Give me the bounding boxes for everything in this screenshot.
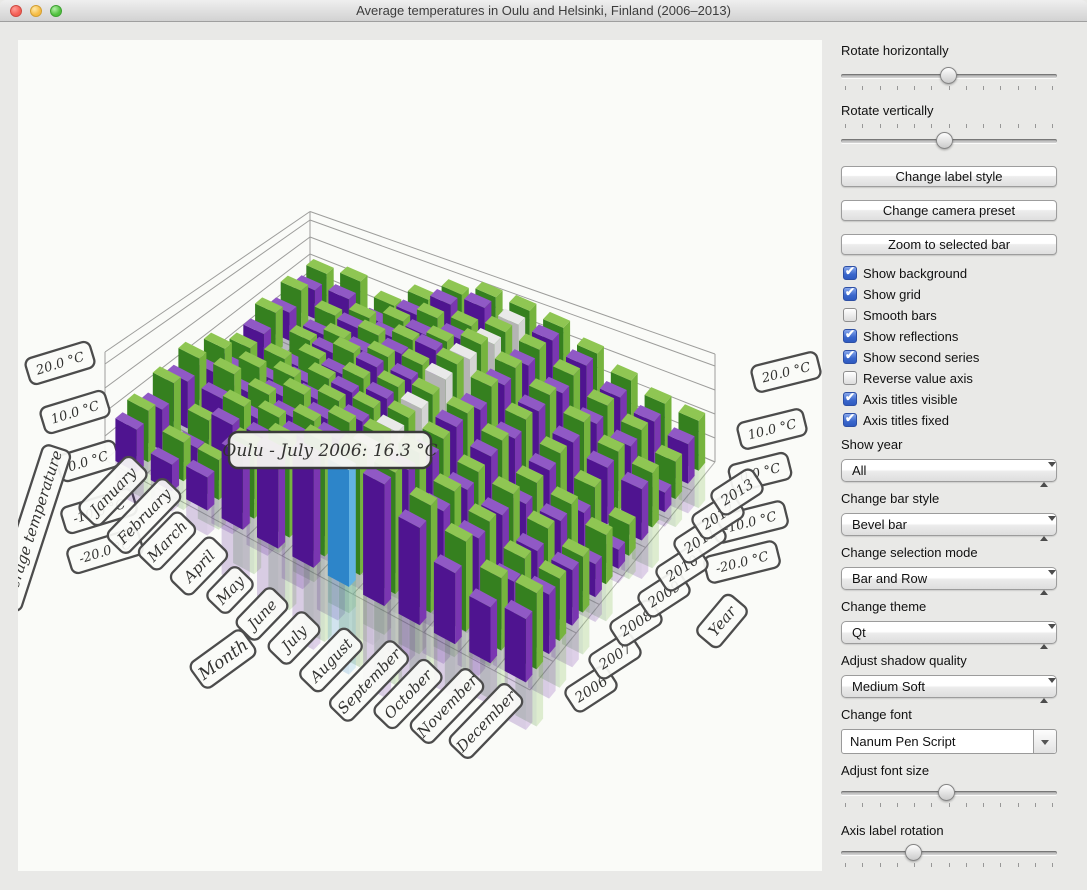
checkbox-icon[interactable] [843,287,857,301]
checkbox-icon[interactable] [843,392,857,406]
slider-ticks [845,86,1053,91]
combo-arrows-icon [1040,680,1048,701]
chart-panel [18,40,822,871]
selection-mode-select[interactable]: Bar and Row [841,567,1057,590]
adjust-shadow-quality-label: Adjust shadow quality [841,653,967,668]
zoom-to-selected-bar-button[interactable]: Zoom to selected bar [841,234,1057,255]
checkbox-axis-titles-fixed[interactable]: Axis titles fixed [843,412,949,428]
titlebar: Average temperatures in Oulu and Helsink… [0,0,1087,22]
font-select[interactable]: Nanum Pen Script [841,729,1057,754]
slider-ticks [845,124,1053,129]
selected-value: Qt [852,625,866,640]
rotate-horizontally-label: Rotate horizontally [841,43,949,58]
rotate-horizontally-slider[interactable] [841,67,1057,85]
slider-knob[interactable] [936,132,953,149]
combo-arrows-icon [1040,464,1048,485]
change-theme-label: Change theme [841,599,926,614]
font-size-slider[interactable] [841,784,1057,802]
slider-knob[interactable] [940,67,957,84]
control-panel: Rotate horizontally Rotate vertically Ch… [841,40,1057,880]
change-camera-preset-button[interactable]: Change camera preset [841,200,1057,221]
checkbox-axis-titles-visible[interactable]: Axis titles visible [843,391,958,407]
checkbox-show-background[interactable]: Show background [843,265,967,281]
rotate-vertically-slider[interactable] [841,132,1057,150]
checkbox-label: Reverse value axis [863,371,973,386]
change-bar-style-label: Change bar style [841,491,939,506]
slider-ticks [845,803,1053,808]
slider-knob[interactable] [938,784,955,801]
selected-value: Nanum Pen Script [850,734,956,749]
bar-style-select[interactable]: Bevel bar [841,513,1057,536]
dropdown-arrow-icon[interactable] [1033,730,1056,753]
change-label-style-button[interactable]: Change label style [841,166,1057,187]
checkbox-show-grid[interactable]: Show grid [843,286,921,302]
checkbox-show-reflections[interactable]: Show reflections [843,328,958,344]
rotate-vertically-label: Rotate vertically [841,103,933,118]
theme-select[interactable]: Qt [841,621,1057,644]
adjust-font-size-label: Adjust font size [841,763,929,778]
combo-arrows-icon [1040,572,1048,593]
checkbox-label: Show second series [863,350,979,365]
show-year-select[interactable]: All [841,459,1057,482]
selected-value: All [852,463,866,478]
shadow-quality-select[interactable]: Medium Soft [841,675,1057,698]
app-window: { "window": { "title": "Average temperat… [0,0,1087,890]
checkbox-show-second-series[interactable]: Show second series [843,349,979,365]
slider-track[interactable] [841,851,1057,855]
combo-arrows-icon [1040,626,1048,647]
checkbox-label: Smooth bars [863,308,937,323]
selected-value: Bar and Row [852,571,927,586]
axis-label-rotation-label: Axis label rotation [841,823,944,838]
selected-value: Medium Soft [852,679,925,694]
checkbox-icon[interactable] [843,371,857,385]
checkbox-label: Show background [863,266,967,281]
selected-value: Bevel bar [852,517,907,532]
checkbox-label: Axis titles visible [863,392,958,407]
checkbox-label: Show reflections [863,329,958,344]
checkbox-reverse-value-axis[interactable]: Reverse value axis [843,370,973,386]
checkbox-icon[interactable] [843,266,857,280]
axis-label-rotation-slider[interactable] [841,844,1057,862]
checkbox-icon[interactable] [843,308,857,322]
combo-arrows-icon [1040,518,1048,539]
show-year-label: Show year [841,437,902,452]
change-selection-mode-label: Change selection mode [841,545,978,560]
slider-knob[interactable] [905,844,922,861]
checkbox-label: Show grid [863,287,921,302]
checkbox-label: Axis titles fixed [863,413,949,428]
change-font-label: Change font [841,707,912,722]
checkbox-smooth-bars[interactable]: Smooth bars [843,307,937,323]
checkbox-icon[interactable] [843,413,857,427]
slider-ticks [845,863,1053,868]
checkbox-icon[interactable] [843,329,857,343]
checkbox-icon[interactable] [843,350,857,364]
window-title: Average temperatures in Oulu and Helsink… [0,3,1087,18]
